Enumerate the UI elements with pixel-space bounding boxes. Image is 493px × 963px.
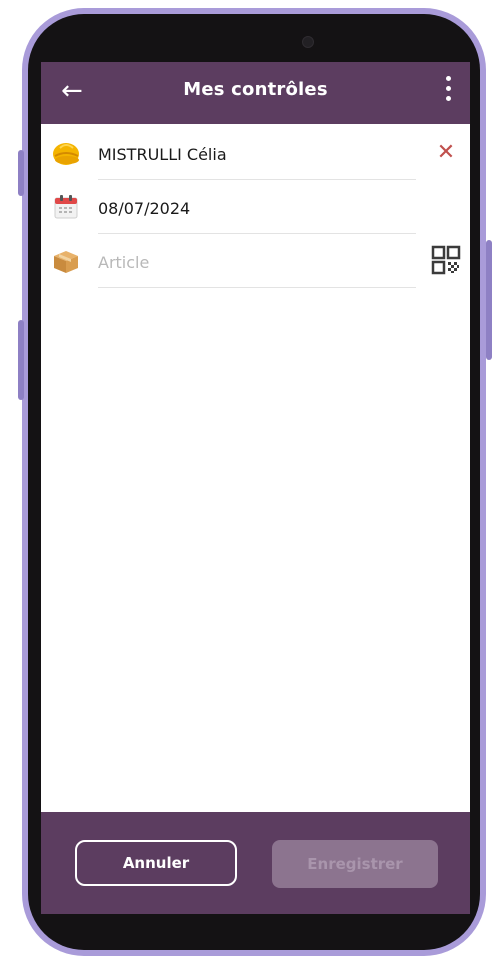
field-divider xyxy=(98,287,416,288)
hard-hat-icon xyxy=(51,138,81,168)
date-value: 08/07/2024 xyxy=(98,199,191,218)
close-icon[interactable]: ✕ xyxy=(435,142,457,164)
qr-code-icon[interactable] xyxy=(430,244,462,276)
more-vertical-icon[interactable] xyxy=(440,76,456,110)
app-screen: ← Mes contrôles MISTRULLI Célia ✕ 08/07/… xyxy=(41,62,470,914)
phone-side-button xyxy=(486,240,492,360)
operator-name: MISTRULLI Célia xyxy=(98,145,227,164)
cancel-button[interactable]: Annuler xyxy=(75,840,237,886)
article-field[interactable]: Article xyxy=(41,234,470,288)
app-bar: ← Mes contrôles xyxy=(41,62,470,124)
save-button[interactable]: Enregistrer xyxy=(272,840,438,888)
article-input[interactable]: Article xyxy=(98,253,149,272)
calendar-icon xyxy=(51,192,81,222)
front-camera xyxy=(302,36,314,48)
box-icon xyxy=(51,246,81,276)
bottom-action-bar: Annuler Enregistrer xyxy=(41,812,470,914)
date-field[interactable]: 08/07/2024 xyxy=(41,180,470,234)
operator-field[interactable]: MISTRULLI Célia ✕ xyxy=(41,126,470,180)
phone-side-button xyxy=(18,320,24,400)
phone-side-button xyxy=(18,150,24,196)
page-title: Mes contrôles xyxy=(183,79,328,100)
